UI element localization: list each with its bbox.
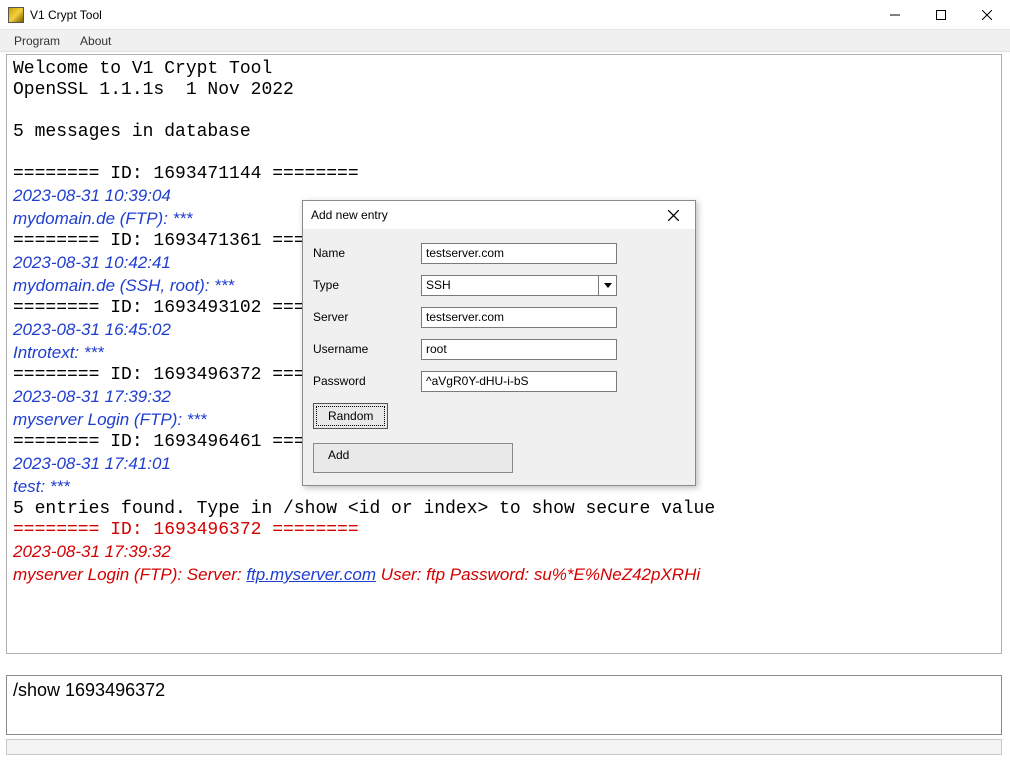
password-field[interactable] — [421, 371, 617, 392]
type-select[interactable]: SSH — [421, 275, 617, 296]
entry-date: 2023-08-31 10:39:04 — [13, 186, 171, 205]
show-idline: ======== ID: 1693496372 ======== — [13, 520, 359, 540]
dialog-close-button[interactable] — [659, 201, 687, 229]
entry-date: 2023-08-31 10:42:41 — [13, 253, 171, 272]
entry-date: 2023-08-31 17:41:01 — [13, 454, 171, 473]
label-username: Username — [313, 342, 421, 356]
status-bar — [6, 739, 1002, 755]
server-field[interactable] — [421, 307, 617, 328]
show-date: 2023-08-31 17:39:32 — [13, 542, 171, 561]
entry-date: 2023-08-31 17:39:32 — [13, 387, 171, 406]
show-detail: myserver Login (FTP): Server: ftp.myserv… — [13, 565, 700, 584]
label-password: Password — [313, 374, 421, 388]
random-button[interactable]: Random — [313, 403, 388, 429]
show-prefix: myserver Login (FTP): Server: — [13, 565, 246, 584]
minimize-button[interactable] — [872, 0, 918, 30]
add-entry-dialog: Add new entry Name Type SSH S — [302, 200, 696, 486]
chevron-down-icon — [598, 276, 616, 295]
entry-desc: test: *** — [13, 477, 70, 496]
show-server-link[interactable]: ftp.myserver.com — [246, 565, 376, 584]
dialog-title: Add new entry — [311, 208, 388, 222]
app-icon — [8, 7, 24, 23]
welcome-line: Welcome to V1 Crypt Tool — [13, 59, 272, 79]
entry-desc: myserver Login (FTP): *** — [13, 410, 207, 429]
openssl-line: OpenSSL 1.1.1s 1 Nov 2022 — [13, 80, 294, 100]
menu-about[interactable]: About — [70, 32, 121, 50]
username-field[interactable] — [421, 339, 617, 360]
type-selected: SSH — [426, 278, 451, 292]
entry-idline: ======== ID: 1693471144 ======== — [13, 164, 359, 184]
label-server: Server — [313, 310, 421, 324]
label-name: Name — [313, 246, 421, 260]
label-type: Type — [313, 278, 421, 292]
name-field[interactable] — [421, 243, 617, 264]
add-button[interactable]: Add — [313, 443, 513, 473]
menu-program[interactable]: Program — [4, 32, 70, 50]
entry-desc: mydomain.de (SSH, root): *** — [13, 276, 234, 295]
window-title: V1 Crypt Tool — [30, 8, 102, 22]
entry-date: 2023-08-31 16:45:02 — [13, 320, 171, 339]
dbcount-line: 5 messages in database — [13, 122, 251, 142]
command-input[interactable]: /show 1693496372 — [6, 675, 1002, 735]
entry-desc: mydomain.de (FTP): *** — [13, 209, 193, 228]
show-suffix: User: ftp Password: su%*E%NeZ42pXRHi — [376, 565, 700, 584]
maximize-button[interactable] — [918, 0, 964, 30]
found-line: 5 entries found. Type in /show <id or in… — [13, 499, 715, 519]
entry-desc: Introtext: *** — [13, 343, 104, 362]
close-button[interactable] — [964, 0, 1010, 30]
